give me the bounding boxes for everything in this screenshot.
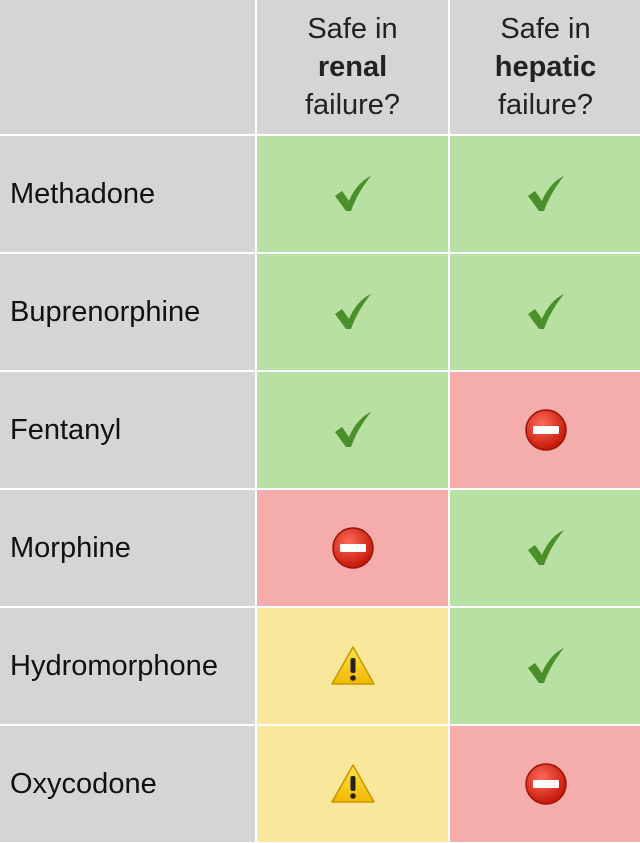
renal-status-cell <box>257 136 448 252</box>
drug-name: Methadone <box>0 136 255 252</box>
no-entry-icon <box>524 408 568 452</box>
checkmark-icon <box>332 174 374 214</box>
hepatic-status-cell <box>450 372 640 488</box>
hepatic-status-cell <box>450 254 640 370</box>
checkmark-icon <box>525 292 567 332</box>
opioid-safety-table: Safe in renal failure? Safe in hepatic f… <box>0 0 640 843</box>
no-entry-icon <box>331 526 375 570</box>
warning-icon <box>330 763 376 805</box>
renal-status-cell <box>257 254 448 370</box>
drug-name: Hydromorphone <box>0 608 255 724</box>
header-renal-line1: Safe in <box>307 13 398 45</box>
header-renal: Safe in renal failure? <box>257 0 448 134</box>
hepatic-status-cell <box>450 726 640 842</box>
hepatic-status-cell <box>450 136 640 252</box>
drug-name: Fentanyl <box>0 372 255 488</box>
drug-name: Morphine <box>0 490 255 606</box>
hepatic-status-cell <box>450 608 640 724</box>
header-corner <box>0 0 255 134</box>
header-hepatic-line1: Safe in <box>500 13 591 45</box>
header-hepatic: Safe in hepatic failure? <box>450 0 640 134</box>
warning-icon <box>330 645 376 687</box>
checkmark-icon <box>525 646 567 686</box>
drug-name: Buprenorphine <box>0 254 255 370</box>
header-renal-line3: failure? <box>304 89 401 121</box>
header-hepatic-line2: hepatic <box>494 51 597 83</box>
renal-status-cell <box>257 726 448 842</box>
checkmark-icon <box>525 174 567 214</box>
checkmark-icon <box>332 292 374 332</box>
checkmark-icon <box>525 528 567 568</box>
drug-name: Oxycodone <box>0 726 255 842</box>
hepatic-status-cell <box>450 490 640 606</box>
no-entry-icon <box>524 762 568 806</box>
header-renal-line2: renal <box>317 51 388 83</box>
header-hepatic-line3: failure? <box>497 89 594 121</box>
renal-status-cell <box>257 608 448 724</box>
renal-status-cell <box>257 372 448 488</box>
checkmark-icon <box>332 410 374 450</box>
renal-status-cell <box>257 490 448 606</box>
